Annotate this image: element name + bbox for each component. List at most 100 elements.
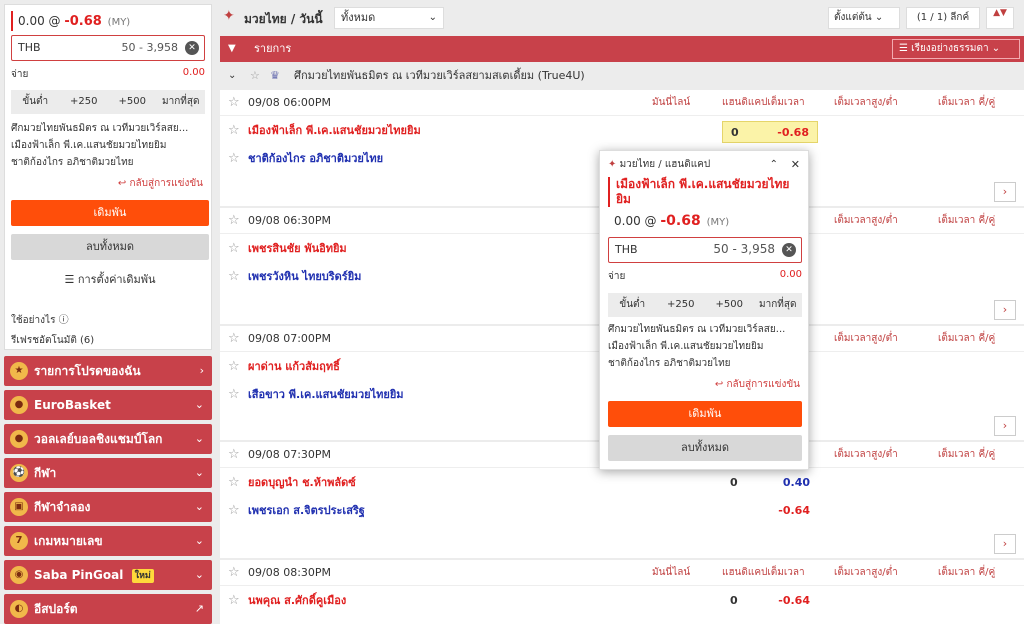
stake-range: 50 - 3,958 [121,41,178,54]
star-icon[interactable]: ☆ [228,117,240,145]
quick-500-button[interactable]: +500 [705,293,754,317]
quick-500-button[interactable]: +500 [108,90,157,114]
handicap-odds-cell[interactable]: -0.64 [722,500,818,522]
menu-esports[interactable]: ◐ อีสปอร์ต ↗ [4,594,212,624]
star-icon[interactable]: ☆ [228,235,240,263]
bet-settings-link[interactable]: ☰ การตั้งค่าเดิมพัน [11,270,209,290]
away-team[interactable]: เพชรเอก ส.จิตรประเสริฐ [248,497,365,525]
league-name: ศึกมวยไทยพันธมิตร ณ เวทีมวยเวิร์ลสยามสเต… [294,69,585,82]
close-icon[interactable]: ✕ [791,157,800,173]
star-icon[interactable]: ☆ [228,326,240,352]
place-bet-button[interactable]: เดิมพัน [11,200,209,226]
col-over-under: เต็มเวลาสูง/ต่ำ [834,215,898,226]
slip-odds: -0.68 [64,14,102,29]
popup-clear-all-button[interactable]: ลบทั้งหมด [608,435,802,461]
home-team-row: ☆ เพชรสินชัย พันอิทยิม [220,235,620,263]
home-team[interactable]: เพชรสินชัย พันอิทยิม [248,235,347,263]
quick-min-button[interactable]: ขั้นต่ำ [11,90,60,114]
star-icon[interactable]: ☆ [228,560,240,586]
quick-max-button[interactable]: มากที่สุด [754,293,803,317]
new-badge: ใหม่ [131,568,154,583]
filter-dropdown[interactable]: ทั้งหมด ⌄ [334,7,444,29]
star-icon[interactable]: ☆ [228,145,240,173]
quick-250-button[interactable]: +250 [60,90,109,114]
virtual-sports-icon: ▣ [10,498,28,516]
quick-stake-buttons: ขั้นต่ำ +250 +500 มากที่สุด [11,90,205,114]
sort-dropdown[interactable]: ตั้งแต่ต้น ⌄ [828,7,900,29]
back-to-match-link[interactable]: ↩ กลับสู่การแข่งขัน [118,176,203,191]
home-team-row: ☆ เมืองฟ้าเล็ก พี.เค.แสนชัยมวยไทยยิม [220,117,620,145]
star-icon[interactable]: ☆ [228,497,240,525]
collapse-icon[interactable]: ⌃ [770,157,778,173]
soccer-icon: ⚽ [10,464,28,482]
away-team-row: ☆ ชาติก้องไกร อภิชาติมวยไทย [220,145,620,173]
more-markets-button[interactable]: › [994,416,1016,436]
filter-value: ทั้งหมด [341,11,376,24]
match-time: 09/08 06:30PM [248,214,332,227]
how-to-link[interactable]: ใช้อย่างไร ⓘ [11,311,69,328]
slip-odds-line: 0.00 @ -0.68 (MY) [11,11,130,31]
star-icon[interactable]: ☆ [228,263,240,291]
chevron-down-icon[interactable]: ⌄ [228,64,236,88]
more-markets-button[interactable]: › [994,300,1016,320]
clear-input-icon[interactable]: ✕ [782,243,796,257]
star-icon[interactable]: ☆ [228,208,240,234]
popup-place-bet-button[interactable]: เดิมพัน [608,401,802,427]
currency-label: THB [615,243,638,256]
popup-back-link[interactable]: ↩ กลับสู่การแข่งขัน [715,377,800,392]
menu-number-game[interactable]: 7 เกมหมายเลข ⌄ [4,526,212,556]
updown-arrows-icon[interactable]: ▲▼ [986,7,1014,29]
chevron-down-icon: ⌄ [194,568,204,581]
handicap-odds-cell[interactable]: 0 -0.64 [722,590,818,612]
how-to-label: ใช้อย่างไร [11,315,56,326]
menu-label: Saba PinGoal [34,568,124,582]
star-icon[interactable]: ☆ [228,587,240,615]
more-markets-button[interactable]: › [994,182,1016,202]
away-team[interactable]: เสือขาว พี.เค.แสนชัยมวยไทยยิม [248,381,404,409]
popup-league: ศึกมวยไทยพันธมิตร ณ เวทีมวยเวิร์ลสย... [608,324,786,335]
menu-virtual-sports[interactable]: ▣ กีฬาจำลอง ⌄ [4,492,212,522]
left-sidebar: 0.00 @ -0.68 (MY) THB 50 - 3,958 ✕ จ่าย … [0,0,216,624]
home-team[interactable]: เมืองฟ้าเล็ก พี.เค.แสนชัยมวยไทยยิม [248,117,421,145]
league-page-button[interactable]: (1 / 1) ลีกค์ [906,7,980,29]
menu-saba-pingoal[interactable]: ◉ Saba PinGoal ใหม่ ⌄ [4,560,212,590]
chevron-down-icon[interactable]: ▼ [228,36,236,62]
clear-input-icon[interactable]: ✕ [185,41,199,55]
clear-all-button[interactable]: ลบทั้งหมด [11,234,209,260]
col-over-under: เต็มเวลาสูง/ต่ำ [834,97,898,108]
menu-favorites[interactable]: ★ รายการโปรดของฉัน › [4,356,212,386]
menu-volleyball[interactable]: ● วอลเลย์บอลชิงแชมป์โลก ⌄ [4,424,212,454]
external-link-icon: ↗ [194,602,204,615]
star-icon[interactable]: ☆ [228,469,240,497]
stake-input[interactable]: THB 50 - 3,958 ✕ [11,35,205,61]
quick-max-button[interactable]: มากที่สุด [157,90,206,114]
star-icon[interactable]: ☆ [228,381,240,409]
menu-sports[interactable]: ⚽ กีฬา ⌄ [4,458,212,488]
col-over-under: เต็มเวลาสูง/ต่ำ [834,333,898,344]
auto-refresh[interactable]: รีเฟรชอัตโนมัติ (6) [11,333,94,348]
star-icon[interactable]: ☆ [228,353,240,381]
stake-range: 50 - 3,958 [713,242,775,256]
star-icon[interactable]: ☆ [228,90,240,116]
home-team[interactable]: ผาด่าน แก้วสัมฤทธิ์ [248,353,340,381]
quick-250-button[interactable]: +250 [657,293,706,317]
quick-min-button[interactable]: ขั้นต่ำ [608,293,657,317]
league-row[interactable]: ⌄ ☆ ♛ ศึกมวยไทยพันธมิตร ณ เวทีมวยเวิร์ลส… [220,64,1024,88]
popup-odds: -0.68 [660,213,701,229]
home-team[interactable]: นพคุณ ส.ศักดิ์คูเมือง [248,587,346,615]
sort-mode-dropdown[interactable]: ☰ เรียงอย่างธรรมดา ⌄ [892,39,1020,59]
chevron-down-icon: ⌄ [194,432,204,445]
handicap-line: 0 [730,476,738,489]
popup-stake-input[interactable]: THB 50 - 3,958 ✕ [608,237,802,263]
menu-label: กีฬา [34,466,57,480]
muay-thai-icon: ✦ [223,8,235,24]
away-team[interactable]: ชาติก้องไกร อภิชาติมวยไทย [248,145,383,173]
star-icon[interactable]: ☆ [250,64,260,88]
menu-eurobasket[interactable]: ● EuroBasket ⌄ [4,390,212,420]
home-team[interactable]: ยอดบุญนำ ช.ห้าพลัดซ์ [248,469,356,497]
handicap-odds-cell[interactable]: 0 0.40 [722,472,818,494]
handicap-odds-cell[interactable]: 0 -0.68 [722,121,818,143]
away-team[interactable]: เพชรวังหิน ไทยบริดร์ยิม [248,263,361,291]
more-markets-button[interactable]: › [994,534,1016,554]
star-icon[interactable]: ☆ [228,442,240,468]
